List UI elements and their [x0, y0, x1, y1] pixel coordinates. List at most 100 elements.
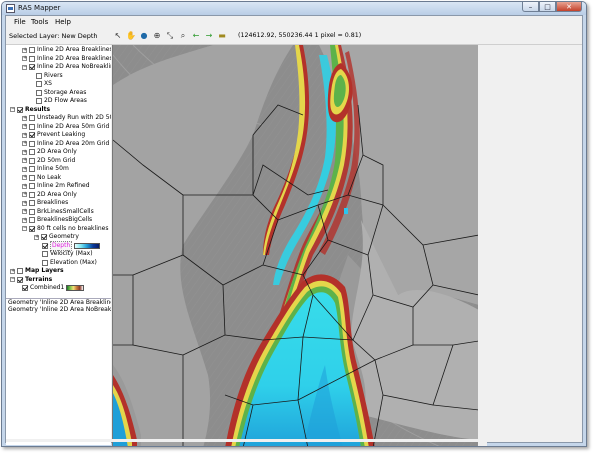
expand-icon[interactable]: +	[22, 192, 27, 197]
layer-checkbox[interactable]	[29, 217, 35, 223]
layer-checkbox[interactable]	[29, 64, 35, 70]
collapse-icon[interactable]: −	[10, 107, 15, 112]
tree-row[interactable]: Elevation (Max)	[42, 259, 97, 267]
collapse-icon[interactable]: −	[22, 64, 27, 70]
tree-row[interactable]: − Terrains	[10, 276, 52, 284]
tree-row[interactable]: + Breaklines	[22, 199, 68, 207]
layer-checkbox[interactable]	[29, 191, 35, 198]
tree-row[interactable]: Rivers	[36, 72, 63, 80]
collapse-icon[interactable]: −	[22, 226, 27, 231]
layer-checkbox[interactable]	[17, 106, 23, 113]
forward-arrow-icon[interactable]: →	[203, 30, 215, 42]
layer-checkbox[interactable]	[29, 183, 35, 189]
tree-row[interactable]: − 80 ft cells no breaklines	[22, 225, 109, 233]
menu-help[interactable]: Help	[55, 18, 71, 26]
pan-hand-icon[interactable]: ✋	[125, 30, 137, 42]
tree-row[interactable]: + BreaklinesBigCells	[22, 216, 92, 224]
layer-checkbox[interactable]	[36, 72, 42, 79]
map-canvas[interactable]	[113, 45, 478, 447]
globe-icon[interactable]: ●	[138, 30, 150, 42]
list-item[interactable]: Geometry 'Inline 2D Area BreaklinesAnd B…	[6, 299, 111, 306]
layer-checkbox[interactable]	[36, 81, 42, 87]
layer-checkbox[interactable]	[29, 140, 35, 147]
layer-checkbox[interactable]	[29, 225, 35, 232]
layer-checkbox[interactable]	[29, 149, 35, 155]
layer-checkbox[interactable]	[17, 276, 23, 283]
tree-row[interactable]: +2D 50m Grid	[22, 157, 75, 165]
layer-checkbox[interactable]	[29, 200, 35, 206]
tree-row[interactable]: Velocity (Max)	[42, 250, 93, 258]
expand-icon[interactable]: +	[22, 115, 27, 121]
expand-icon[interactable]: +	[22, 132, 27, 138]
tree-row[interactable]: + Inline 2D Area Breaklines4	[22, 55, 111, 63]
layer-checkbox[interactable]	[22, 285, 28, 291]
layer-checkbox[interactable]	[29, 174, 35, 181]
expand-icon[interactable]: +	[22, 183, 27, 189]
map-view[interactable]	[112, 45, 478, 447]
layer-checkbox[interactable]	[29, 47, 35, 53]
tree-row[interactable]: XS	[36, 80, 52, 88]
collapse-icon[interactable]: −	[10, 277, 15, 282]
expand-icon[interactable]: +	[10, 268, 15, 274]
tree-row[interactable]: Depth	[42, 240, 101, 251]
layer-checkbox[interactable]	[29, 55, 35, 62]
tree-row[interactable]: + Map Layers	[10, 267, 64, 275]
tree-row[interactable]: + No Leak	[22, 174, 61, 182]
layer-checkbox[interactable]	[41, 234, 47, 240]
layer-checkbox[interactable]	[17, 268, 23, 274]
maximize-button[interactable]: □	[539, 2, 556, 12]
tree-row[interactable]: − Results	[10, 106, 50, 114]
tree-row[interactable]: +2D Area Only	[22, 148, 77, 156]
tree-row[interactable]: Storage Areas	[36, 89, 86, 97]
map-vertical-scroll-area[interactable]	[478, 45, 487, 446]
layer-checkbox[interactable]	[29, 166, 35, 172]
layer-checkbox[interactable]	[29, 132, 35, 138]
title-bar[interactable]: RAS Mapper – □ ✕	[2, 2, 586, 15]
zoom-in-icon[interactable]: ⊕	[151, 30, 163, 42]
layer-checkbox[interactable]	[36, 89, 42, 96]
layer-checkbox[interactable]	[42, 242, 48, 249]
tree-row[interactable]: − Inline 2D Area NoBreaklin	[22, 63, 111, 71]
layer-checkbox[interactable]	[42, 251, 48, 257]
expand-icon[interactable]: +	[22, 141, 27, 146]
expand-icon[interactable]: +	[22, 158, 27, 163]
tree-row[interactable]: + Inline 2D Area 20m Grid F	[22, 140, 111, 148]
close-button[interactable]: ✕	[556, 2, 582, 12]
back-arrow-icon[interactable]: ←	[190, 30, 202, 42]
list-item[interactable]: Geometry 'Inline 2D Area NoBreaklines Bi…	[6, 306, 111, 313]
expand-icon[interactable]: +	[22, 149, 27, 155]
menu-tools[interactable]: Tools	[31, 18, 48, 26]
tree-row[interactable]: + Inline 2m Refined	[22, 182, 90, 190]
layer-checkbox[interactable]	[29, 123, 35, 130]
tree-row[interactable]: + Inline 2D Area 50m Grid	[22, 123, 109, 131]
full-extent-icon[interactable]: ⤡	[164, 30, 176, 42]
minimize-button[interactable]: –	[522, 2, 539, 12]
tree-row[interactable]: + Inline 50m	[22, 165, 69, 173]
expand-icon[interactable]: +	[22, 124, 27, 129]
tree-row[interactable]: +2D Area Only	[22, 191, 77, 199]
layer-checkbox[interactable]	[29, 208, 35, 215]
expand-icon[interactable]: +	[34, 234, 39, 240]
tree-row[interactable]: + BrkLinesSmallCells	[22, 208, 94, 216]
layer-icon[interactable]: ▬	[216, 30, 228, 42]
expand-icon[interactable]: +	[22, 175, 27, 180]
search-icon[interactable]: ⌕	[177, 30, 189, 42]
layer-checkbox[interactable]	[29, 157, 35, 164]
expand-icon[interactable]: +	[22, 56, 27, 61]
expand-icon[interactable]: +	[22, 166, 27, 172]
pointer-icon[interactable]: ↖	[112, 30, 124, 42]
tree-row[interactable]: + Prevent Leaking	[22, 131, 85, 139]
tree-row[interactable]: Combined1	[22, 284, 85, 292]
menu-file[interactable]: File	[14, 18, 26, 26]
expand-icon[interactable]: +	[22, 47, 27, 53]
layer-checkbox[interactable]	[42, 259, 48, 266]
layer-checkbox[interactable]	[29, 115, 35, 121]
tree-row[interactable]: + Unsteady Run with 2D 50r	[22, 114, 111, 122]
tree-row[interactable]: + Inline 2D Area Breaklines	[22, 46, 111, 54]
expand-icon[interactable]: +	[22, 200, 27, 206]
tree-row[interactable]: 2D Flow Areas	[36, 97, 87, 105]
expand-icon[interactable]: +	[22, 209, 27, 214]
expand-icon[interactable]: +	[22, 217, 27, 223]
layer-checkbox[interactable]	[36, 98, 42, 104]
tree-label: 80 ft cells no breaklines	[37, 224, 109, 232]
